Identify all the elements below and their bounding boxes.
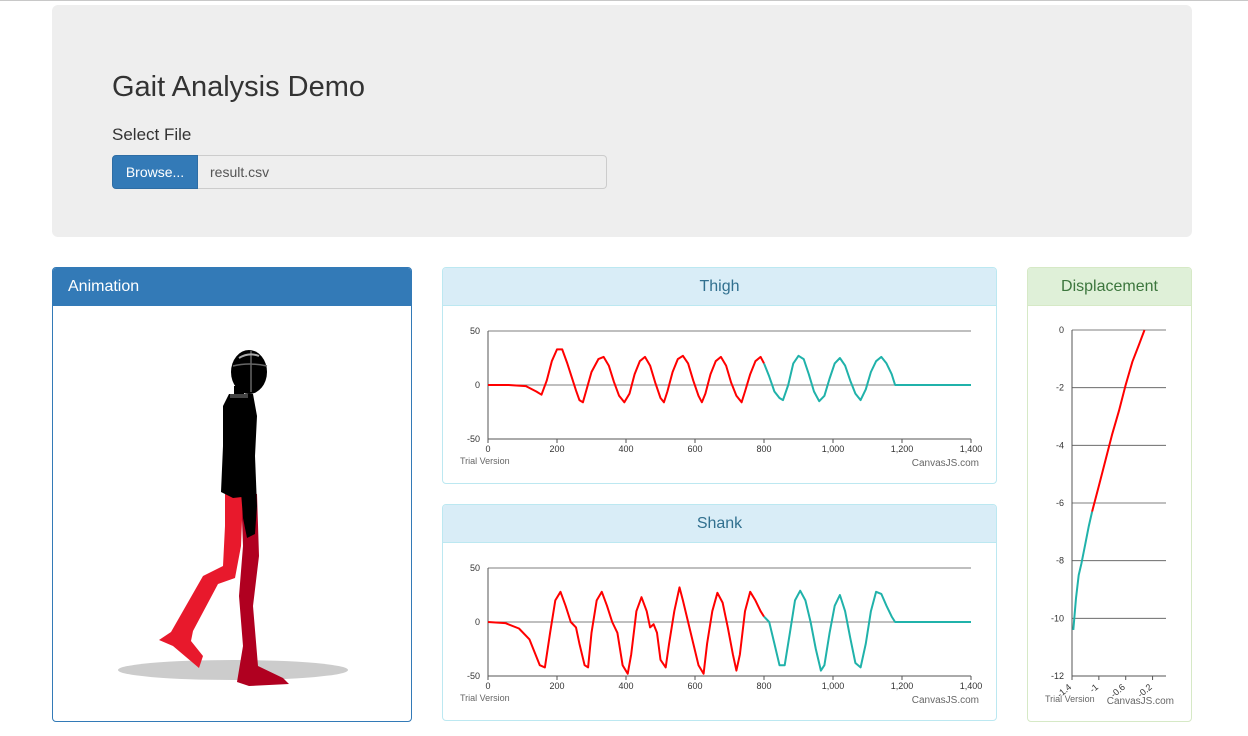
displacement-panel-heading: Displacement bbox=[1028, 268, 1191, 306]
page-title: Gait Analysis Demo bbox=[112, 71, 366, 103]
y-tick-label: 0 bbox=[475, 617, 480, 627]
file-input-group: Browse... result.csv bbox=[112, 155, 607, 189]
thigh-chart: -50 0 50 0 200 400 600 800 1,000 1,200 1,400 Trial … bbox=[460, 326, 983, 469]
animation-panel: Animation bbox=[52, 267, 412, 722]
x-tick-label: 1,400 bbox=[960, 444, 983, 454]
y-tick-label: -2 bbox=[1056, 383, 1064, 393]
walking-figure bbox=[118, 350, 348, 686]
y-tick-label: 50 bbox=[470, 326, 480, 336]
trial-version-badge: Trial Version bbox=[1045, 694, 1095, 704]
series-line bbox=[1072, 511, 1094, 630]
x-tick-label: 600 bbox=[687, 681, 702, 691]
series-line bbox=[763, 589, 971, 672]
x-tick-label: 1,400 bbox=[960, 681, 983, 691]
displacement-panel: Displacement 0 -2 -4 -6 -8 -10 -12 -1.4 -1 -0.6 -0… bbox=[1027, 267, 1192, 722]
y-tick-label: -4 bbox=[1056, 440, 1064, 450]
figure-front-leg bbox=[159, 490, 243, 668]
x-tick-label: 400 bbox=[618, 681, 633, 691]
x-tick-label: 200 bbox=[549, 444, 564, 454]
shank-panel: Shank -50 0 50 0 200 400 600 800 1,000 1,200 1,400… bbox=[442, 504, 997, 721]
figure-shadow bbox=[118, 660, 348, 680]
x-tick-label: 0 bbox=[485, 681, 490, 691]
series-line bbox=[488, 348, 765, 404]
y-tick-label: -50 bbox=[467, 671, 480, 681]
x-tick-label: 600 bbox=[687, 444, 702, 454]
x-tick-label: 0 bbox=[485, 444, 490, 454]
thigh-panel: Thigh -50 0 50 0 200 400 600 800 1,000 1,200 1,400… bbox=[442, 267, 997, 484]
y-tick-label: 0 bbox=[1059, 325, 1064, 335]
y-tick-label: -12 bbox=[1051, 671, 1064, 681]
series-line bbox=[487, 586, 765, 675]
animation-panel-heading: Animation bbox=[53, 268, 411, 306]
x-tick-label: 400 bbox=[618, 444, 633, 454]
x-tick-label: 1,000 bbox=[822, 681, 845, 691]
y-tick-label: 0 bbox=[475, 380, 480, 390]
figure-head bbox=[231, 350, 267, 394]
y-tick-label: -50 bbox=[467, 434, 480, 444]
x-tick-label: 800 bbox=[756, 444, 771, 454]
trial-version-badge: Trial Version bbox=[460, 456, 510, 466]
canvasjs-credit: CanvasJS.com bbox=[912, 695, 979, 706]
x-tick-label: 1,200 bbox=[891, 681, 914, 691]
x-tick-label: 1,000 bbox=[822, 444, 845, 454]
y-tick-label: 50 bbox=[470, 563, 480, 573]
canvasjs-credit: CanvasJS.com bbox=[912, 458, 979, 469]
shank-chart: -50 0 50 0 200 400 600 800 1,000 1,200 1,400 Trial … bbox=[460, 563, 983, 706]
x-tick-label: -1 bbox=[1088, 682, 1101, 695]
y-tick-label: -10 bbox=[1051, 613, 1064, 623]
x-tick-label: 1,200 bbox=[891, 444, 914, 454]
canvasjs-credit: CanvasJS.com bbox=[1107, 696, 1174, 707]
thigh-panel-heading: Thigh bbox=[443, 268, 996, 306]
series-line bbox=[763, 354, 971, 403]
x-tick-label: 200 bbox=[549, 681, 564, 691]
series-line bbox=[1091, 329, 1146, 512]
y-tick-label: -8 bbox=[1056, 556, 1064, 566]
y-tick-label: -6 bbox=[1056, 498, 1064, 508]
displacement-chart: 0-2-4-6-8-10-12-1.4 -1 -0.6 -0.2Trial Versi… bbox=[1045, 325, 1174, 707]
select-file-label: Select File bbox=[112, 125, 192, 144]
x-tick-label: 800 bbox=[756, 681, 771, 691]
trial-version-badge: Trial Version bbox=[460, 693, 510, 703]
browse-button[interactable]: Browse... bbox=[112, 155, 198, 189]
shank-panel-heading: Shank bbox=[443, 505, 996, 543]
header-jumbotron: Gait Analysis Demo Select File Browse...… bbox=[52, 5, 1192, 237]
file-name-field[interactable]: result.csv bbox=[198, 155, 607, 189]
